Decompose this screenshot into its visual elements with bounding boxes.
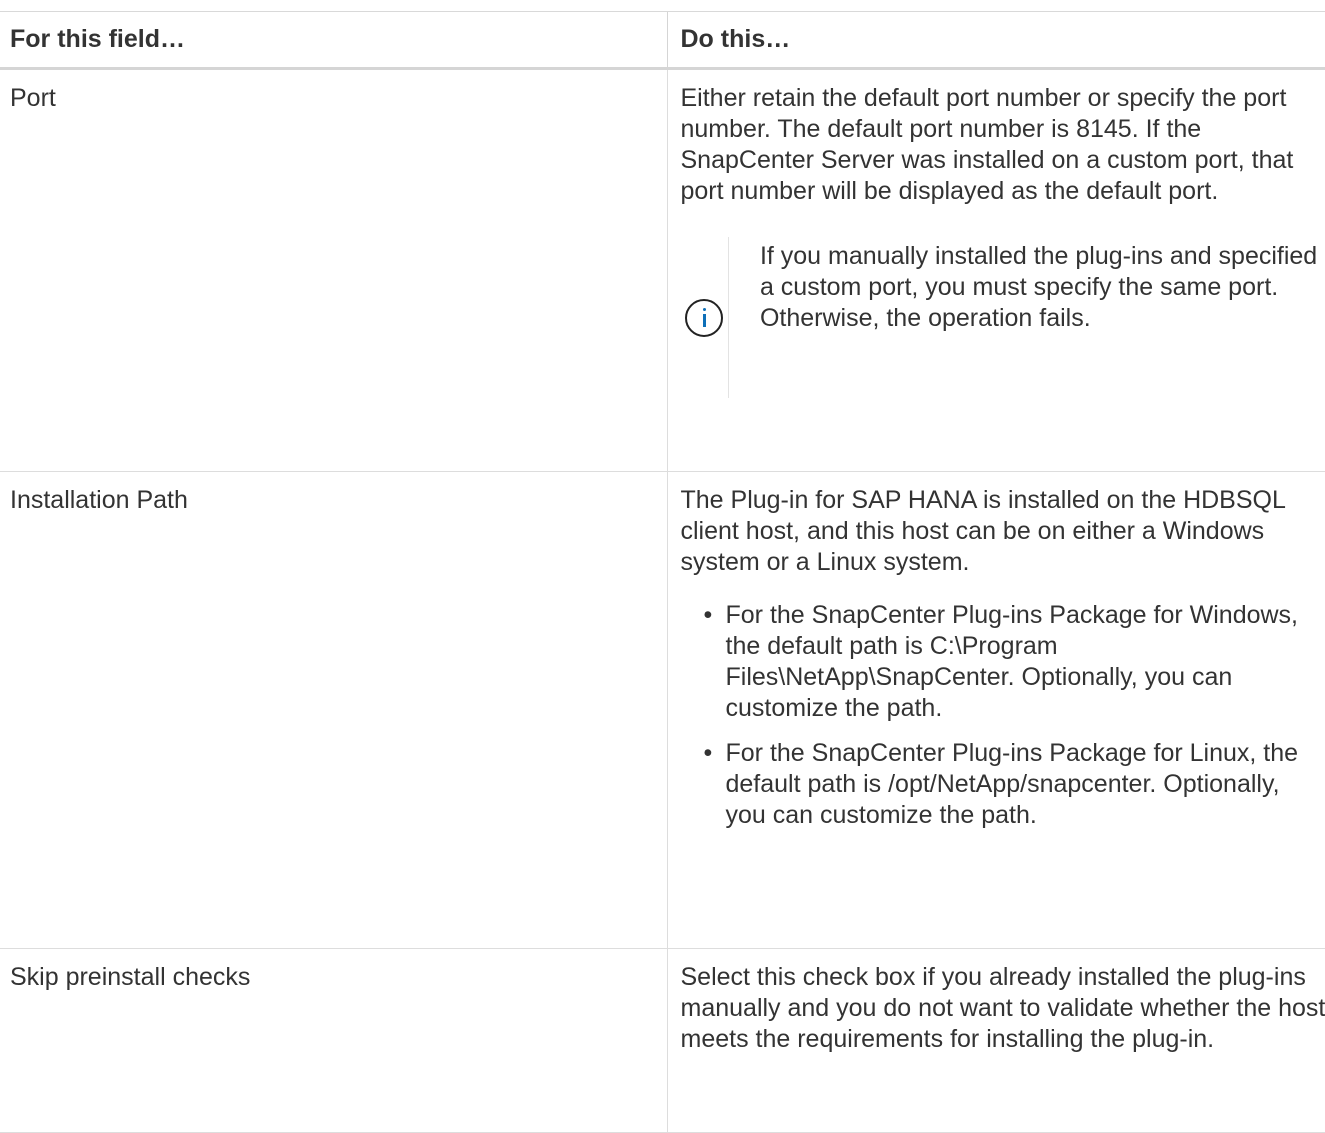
installation-path-description: The Plug-in for SAP HANA is installed on… (681, 485, 1325, 578)
table-row-installation-path: Installation Path The Plug-in for SAP HA… (0, 472, 1325, 949)
port-description: Either retain the default port number or… (681, 83, 1325, 207)
info-circle-icon (685, 299, 723, 337)
field-instructions-table: For this field… Do this… Port Either ret… (0, 11, 1325, 1133)
header-action: Do this… (667, 12, 1325, 69)
action-cell-skip-preinstall-checks: Select this check box if you already ins… (667, 949, 1325, 1133)
list-item-text: For the SnapCenter Plug-ins Package for … (726, 601, 1299, 722)
list-item: • For the SnapCenter Plug-ins Package fo… (701, 600, 1325, 724)
list-item: • For the SnapCenter Plug-ins Package fo… (701, 738, 1325, 831)
field-name-port: Port (0, 69, 667, 472)
bullet-icon: • (704, 600, 713, 631)
note-text: If you manually installed the plug-ins a… (729, 237, 1325, 398)
action-cell-installation-path: The Plug-in for SAP HANA is installed on… (667, 472, 1325, 949)
action-cell-port: Either retain the default port number or… (667, 69, 1325, 472)
list-item-text: For the SnapCenter Plug-ins Package for … (726, 739, 1299, 829)
field-name-skip-preinstall-checks: Skip preinstall checks (0, 949, 667, 1133)
field-name-installation-path: Installation Path (0, 472, 667, 949)
note-icon-cell (681, 237, 729, 398)
table-header-row: For this field… Do this… (0, 12, 1325, 69)
header-field: For this field… (0, 12, 667, 69)
bullet-icon: • (704, 738, 713, 769)
skip-checks-description: Select this check box if you already ins… (681, 962, 1325, 1055)
table-row-skip-preinstall-checks: Skip preinstall checks Select this check… (0, 949, 1325, 1133)
note-admonition: If you manually installed the plug-ins a… (681, 237, 1325, 398)
table-row-port: Port Either retain the default port numb… (0, 69, 1325, 472)
installation-path-list: • For the SnapCenter Plug-ins Package fo… (681, 600, 1325, 831)
